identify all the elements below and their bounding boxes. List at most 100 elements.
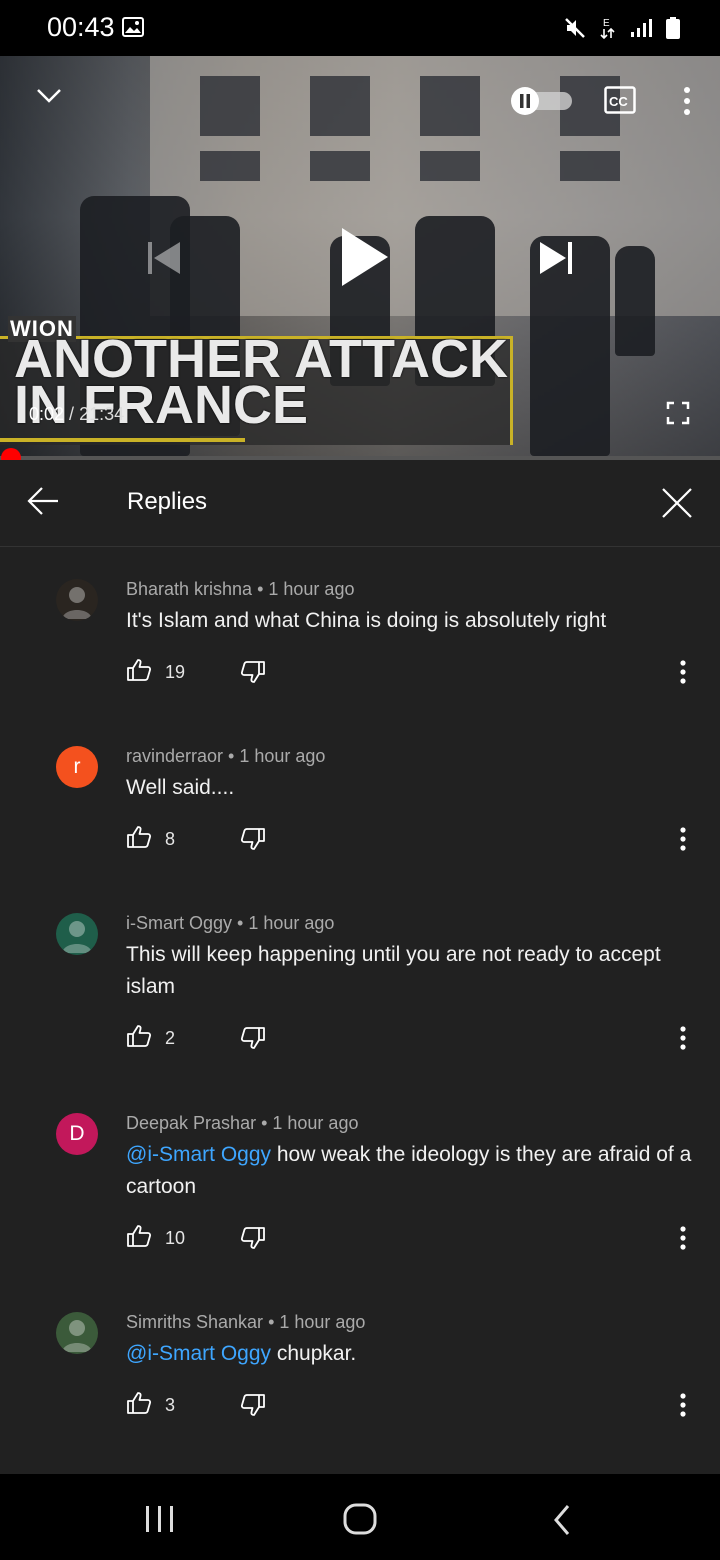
comment-body: This will keep happening until you are n… [126, 943, 661, 998]
comment-age: 1 hour ago [279, 1312, 366, 1332]
video-frame-window [310, 76, 370, 136]
comment-meta: Bharath krishna • 1 hour ago [126, 579, 354, 600]
video-frame-window [310, 151, 370, 181]
thumbs-down-icon[interactable] [240, 1393, 266, 1422]
meta-separator: • [256, 1113, 273, 1133]
svg-text:CC: CC [609, 94, 628, 109]
captions-cc-icon[interactable]: CC [604, 86, 636, 119]
back-nav-icon[interactable] [552, 1504, 572, 1541]
svg-text:E: E [603, 18, 610, 29]
thumbs-up-icon[interactable] [126, 1024, 152, 1053]
home-icon[interactable] [342, 1502, 378, 1541]
comment-more-icon[interactable] [678, 1393, 688, 1422]
thumbs-down-icon[interactable] [240, 1226, 266, 1255]
comment-age: 1 hour ago [272, 1113, 359, 1133]
signal-icon [630, 18, 652, 43]
thumbs-down-icon[interactable] [240, 660, 266, 689]
video-frame-window [420, 76, 480, 136]
comment-meta: ravinderraor • 1 hour ago [126, 746, 325, 767]
comment-actions: 10 [126, 1224, 706, 1254]
comment-actions: 19 [126, 658, 706, 688]
profile-photo-icon [62, 921, 92, 953]
video-timecode: 0:02 / 21:34 [29, 404, 124, 425]
next-icon[interactable] [540, 242, 574, 279]
previous-icon[interactable] [148, 242, 182, 279]
profile-photo-icon [62, 1320, 92, 1352]
replies-header: Replies [0, 460, 720, 547]
video-frame-window [420, 151, 480, 181]
autoplay-toggle[interactable] [510, 86, 574, 121]
comment-actions: 8 [126, 825, 706, 855]
avatar[interactable]: D [56, 1113, 98, 1155]
thumbs-up-icon[interactable] [126, 1391, 152, 1420]
avatar[interactable] [56, 1312, 98, 1354]
back-arrow-icon[interactable] [26, 486, 60, 521]
comment-more-icon[interactable] [678, 827, 688, 856]
thumbs-down-icon[interactable] [240, 1026, 266, 1055]
comment-meta: i-Smart Oggy • 1 hour ago [126, 913, 334, 934]
comment-author[interactable]: ravinderraor [126, 746, 223, 766]
image-notification-icon [122, 17, 144, 42]
comment-body: chupkar. [271, 1342, 357, 1365]
video-player[interactable]: WION ANOTHER ATTACK IN FRANCE CC 0:02 / … [0, 56, 720, 458]
close-icon[interactable] [660, 486, 694, 525]
mute-icon [564, 17, 586, 44]
comment-text: @i-Smart Oggy chupkar. [126, 1338, 696, 1370]
comment-text: Well said.... [126, 772, 696, 804]
avatar[interactable] [56, 579, 98, 621]
comment-age: 1 hour ago [268, 579, 355, 599]
thumbs-up-icon[interactable] [126, 1224, 152, 1253]
comment-body: It's Islam and what China is doing is ab… [126, 609, 607, 632]
avatar-letter: D [69, 1122, 85, 1145]
thumbs-down-icon[interactable] [240, 827, 266, 856]
profile-photo-icon [62, 587, 92, 619]
time-separator: / [64, 404, 80, 424]
comment-more-icon[interactable] [678, 660, 688, 689]
meta-separator: • [252, 579, 269, 599]
comment-text: @i-Smart Oggy how weak the ideology is t… [126, 1139, 696, 1203]
video-duration: 21:34 [79, 404, 125, 424]
caption-accent-bar [0, 438, 245, 442]
comment-meta: Simriths Shankar • 1 hour ago [126, 1312, 365, 1333]
meta-separator: • [223, 746, 240, 766]
status-bar: 00:43 E [0, 0, 720, 56]
comment-author[interactable]: Bharath krishna [126, 579, 252, 599]
like-count: 19 [165, 662, 186, 682]
meta-separator: • [263, 1312, 280, 1332]
avatar-letter: r [73, 755, 81, 778]
comment-actions: 2 [126, 1024, 706, 1054]
like-count: 2 [165, 1028, 176, 1048]
thumbs-up-icon[interactable] [126, 825, 152, 854]
comment-author[interactable]: Simriths Shankar [126, 1312, 263, 1332]
status-icons: E [564, 16, 680, 45]
replies-title: Replies [127, 488, 208, 515]
mention-link[interactable]: @i-Smart Oggy [126, 1342, 271, 1365]
system-nav-bar [0, 1474, 720, 1560]
mention-link[interactable]: @i-Smart Oggy [126, 1143, 271, 1166]
replies-panel: Replies Bharath krishna • 1 hour ago It's… [0, 460, 720, 1474]
more-options-icon[interactable] [682, 86, 692, 121]
avatar[interactable]: r [56, 746, 98, 788]
fullscreen-icon[interactable] [666, 401, 690, 430]
play-icon[interactable] [340, 226, 390, 293]
recent-apps-icon[interactable] [144, 1504, 176, 1539]
comment-author[interactable]: Deepak Prashar [126, 1113, 256, 1133]
thumbs-up-icon[interactable] [126, 658, 152, 687]
meta-separator: • [232, 913, 249, 933]
comment-age: 1 hour ago [239, 746, 326, 766]
video-frame-window [200, 76, 260, 136]
comment-body: Well said.... [126, 776, 235, 799]
like-count: 8 [165, 829, 176, 849]
comment-author[interactable]: i-Smart Oggy [126, 913, 232, 933]
like-count: 3 [165, 1395, 176, 1415]
battery-icon [666, 17, 680, 44]
video-frame-person [615, 246, 655, 356]
comment-more-icon[interactable] [678, 1226, 688, 1255]
avatar[interactable] [56, 913, 98, 955]
minimize-chevron-icon[interactable] [36, 88, 62, 109]
current-time: 0:02 [29, 404, 65, 424]
video-frame-window [200, 151, 260, 181]
comment-more-icon[interactable] [678, 1026, 688, 1055]
comment-age: 1 hour ago [248, 913, 335, 933]
video-frame-window [560, 151, 620, 181]
